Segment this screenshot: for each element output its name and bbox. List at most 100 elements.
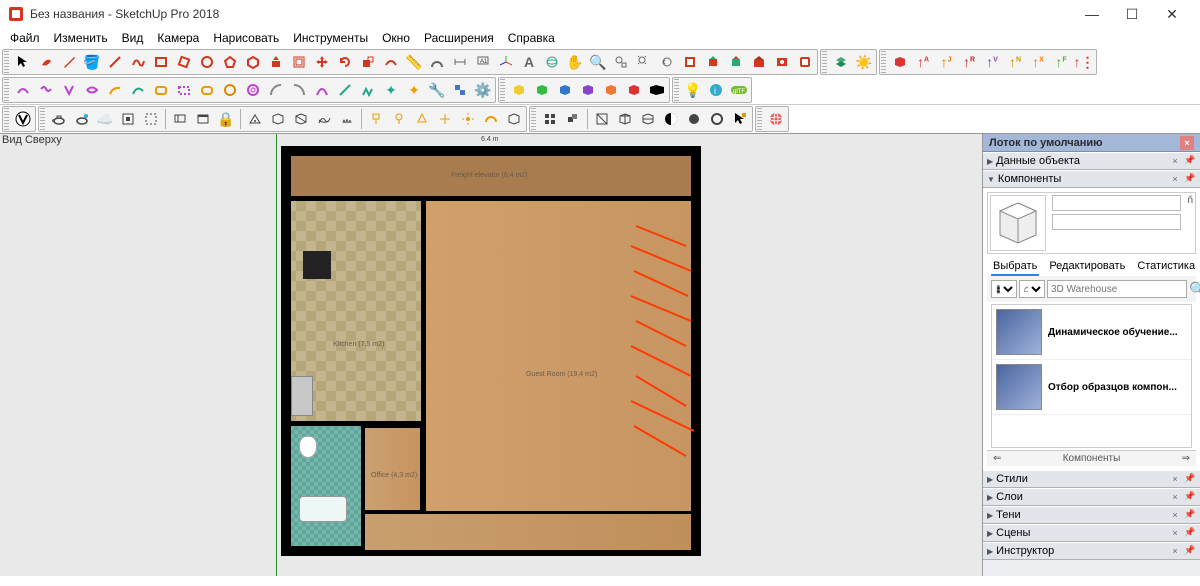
globe-icon[interactable] xyxy=(765,108,787,130)
cube-orange-icon[interactable] xyxy=(600,79,622,101)
3dwarehouse-icon[interactable] xyxy=(748,51,770,73)
menu-view[interactable]: Вид xyxy=(116,29,150,47)
panel-close-icon[interactable]: × xyxy=(1169,491,1181,503)
panel-layers[interactable]: ▶Слои×📌 xyxy=(983,488,1200,506)
menu-file[interactable]: Файл xyxy=(4,29,46,47)
light-spot-icon[interactable] xyxy=(411,108,433,130)
panel-pin-icon[interactable]: 📌 xyxy=(1184,155,1196,167)
orange-up-arrow-icon[interactable]: ↑J xyxy=(935,51,957,73)
panel-close-icon[interactable]: × xyxy=(1169,545,1181,557)
polygon2-icon[interactable] xyxy=(242,51,264,73)
tape-icon[interactable]: 📏 xyxy=(403,51,425,73)
axes-icon[interactable] xyxy=(495,51,517,73)
tray-title[interactable]: Лоток по умолчанию × xyxy=(983,134,1200,152)
panel-styles[interactable]: ▶Стили×📌 xyxy=(983,470,1200,488)
menu-extensions[interactable]: Расширения xyxy=(418,29,500,47)
maximize-button[interactable]: ☐ xyxy=(1112,0,1152,28)
layout-icon[interactable] xyxy=(794,51,816,73)
curve1-icon[interactable] xyxy=(12,79,34,101)
floorplan-model[interactable]: 6.4 m Freight elevator (6,4 m2) Kitchen … xyxy=(281,146,701,556)
gltf-icon[interactable]: glTF xyxy=(728,79,750,101)
cloud-render-icon[interactable]: ☁️ xyxy=(94,108,116,130)
panel-close-icon[interactable]: × xyxy=(1169,509,1181,521)
linetool-icon[interactable] xyxy=(334,79,356,101)
scale-icon[interactable] xyxy=(357,51,379,73)
ratio-icon[interactable] xyxy=(449,79,471,101)
panel-pin-icon[interactable]: 📌 xyxy=(1184,545,1196,557)
rounded-rect2-icon[interactable] xyxy=(196,79,218,101)
polygon-icon[interactable] xyxy=(219,51,241,73)
component-item[interactable]: Отбор образцов компон... xyxy=(992,360,1191,415)
search-go-icon[interactable]: 🔍 xyxy=(1189,280,1200,298)
red-up-arrow-icon[interactable]: ↑A xyxy=(912,51,934,73)
share-model-icon[interactable] xyxy=(725,51,747,73)
light-sphere-icon[interactable] xyxy=(388,108,410,130)
protractor-icon[interactable] xyxy=(426,51,448,73)
curve4-icon[interactable] xyxy=(81,79,103,101)
pushpull-icon[interactable] xyxy=(265,51,287,73)
freehand-icon[interactable] xyxy=(127,51,149,73)
wrench-icon[interactable]: 🔧 xyxy=(426,79,448,101)
menu-tools[interactable]: Инструменты xyxy=(287,29,374,47)
tab-edit[interactable]: Редактировать xyxy=(1047,258,1127,276)
panel-pin-icon[interactable]: 📌 xyxy=(1184,527,1196,539)
frame-buffer-icon[interactable] xyxy=(169,108,191,130)
orbit-icon[interactable] xyxy=(541,51,563,73)
multi-cube-icon[interactable] xyxy=(562,108,584,130)
nav-home-select[interactable]: ⌂▾ xyxy=(1019,280,1045,298)
asset-editor-icon[interactable] xyxy=(192,108,214,130)
red-cube-icon[interactable] xyxy=(889,51,911,73)
offset-icon[interactable] xyxy=(288,51,310,73)
spiral1-icon[interactable] xyxy=(219,79,241,101)
section-plane-icon[interactable] xyxy=(591,108,613,130)
select-tool-icon[interactable] xyxy=(12,51,34,73)
wireframe1-icon[interactable] xyxy=(614,108,636,130)
components-list[interactable]: Динамическое обучение... Отбор образцов … xyxy=(991,304,1192,448)
arctool1-icon[interactable] xyxy=(265,79,287,101)
section-icon[interactable] xyxy=(679,51,701,73)
vray-icon[interactable] xyxy=(12,108,34,130)
cube-yellow-icon[interactable] xyxy=(508,79,530,101)
red2-up-arrow-icon[interactable]: ↑R xyxy=(958,51,980,73)
green-up-arrow-icon[interactable]: ↑F xyxy=(1050,51,1072,73)
close-window-button[interactable]: ✕ xyxy=(1152,0,1192,28)
followme-icon[interactable] xyxy=(380,51,402,73)
menu-draw[interactable]: Нарисовать xyxy=(207,29,285,47)
grid-icon[interactable] xyxy=(539,108,561,130)
cube-blue-icon[interactable] xyxy=(554,79,576,101)
gold-up-arrow-icon[interactable]: ↑N xyxy=(1004,51,1026,73)
menu-edit[interactable]: Изменить xyxy=(48,29,114,47)
rect-dash-icon[interactable] xyxy=(173,79,195,101)
sphere1-icon[interactable] xyxy=(683,108,705,130)
panel-pin-icon[interactable]: 📌 xyxy=(1184,491,1196,503)
cube-black-icon[interactable] xyxy=(646,79,668,101)
zoom-window-icon[interactable] xyxy=(610,51,632,73)
minimize-button[interactable]: — xyxy=(1072,0,1112,28)
panel-pin-icon[interactable]: 📌 xyxy=(1184,173,1196,185)
spiral2-icon[interactable] xyxy=(242,79,264,101)
star1-icon[interactable]: ✦ xyxy=(380,79,402,101)
view-mode-select[interactable]: ▦▾ xyxy=(991,280,1017,298)
pencil-icon[interactable] xyxy=(58,51,80,73)
rotated-rect-icon[interactable] xyxy=(173,51,195,73)
rounded-rect-icon[interactable] xyxy=(150,79,172,101)
box-gizmo2-icon[interactable] xyxy=(290,108,312,130)
cube-red-icon[interactable] xyxy=(623,79,645,101)
pin-field-icon[interactable]: ň xyxy=(1187,195,1193,251)
tab-stats[interactable]: Статистика xyxy=(1135,258,1197,276)
wireframe2-icon[interactable] xyxy=(637,108,659,130)
move-icon[interactable] xyxy=(311,51,333,73)
purple-up-arrow-icon[interactable]: ↑V xyxy=(981,51,1003,73)
viewport-canvas[interactable]: Вид Сверху 6.4 m Freight elevator (6,4 m… xyxy=(0,134,982,576)
eraser-icon[interactable] xyxy=(35,51,57,73)
panel-entity-info[interactable]: ▶ Данные объекта × 📌 xyxy=(983,152,1200,170)
sun-icon[interactable]: ☀️ xyxy=(853,51,875,73)
stitch-icon[interactable] xyxy=(357,79,379,101)
panel-pin-icon[interactable]: 📌 xyxy=(1184,509,1196,521)
pan-icon[interactable]: ✋ xyxy=(564,51,586,73)
previous-icon[interactable] xyxy=(656,51,678,73)
nav-next-button[interactable]: ⇒ xyxy=(1182,453,1190,464)
menu-camera[interactable]: Камера xyxy=(151,29,205,47)
panel-pin-icon[interactable]: 📌 xyxy=(1184,473,1196,485)
panel-components[interactable]: ▼ Компоненты × 📌 xyxy=(983,170,1200,188)
